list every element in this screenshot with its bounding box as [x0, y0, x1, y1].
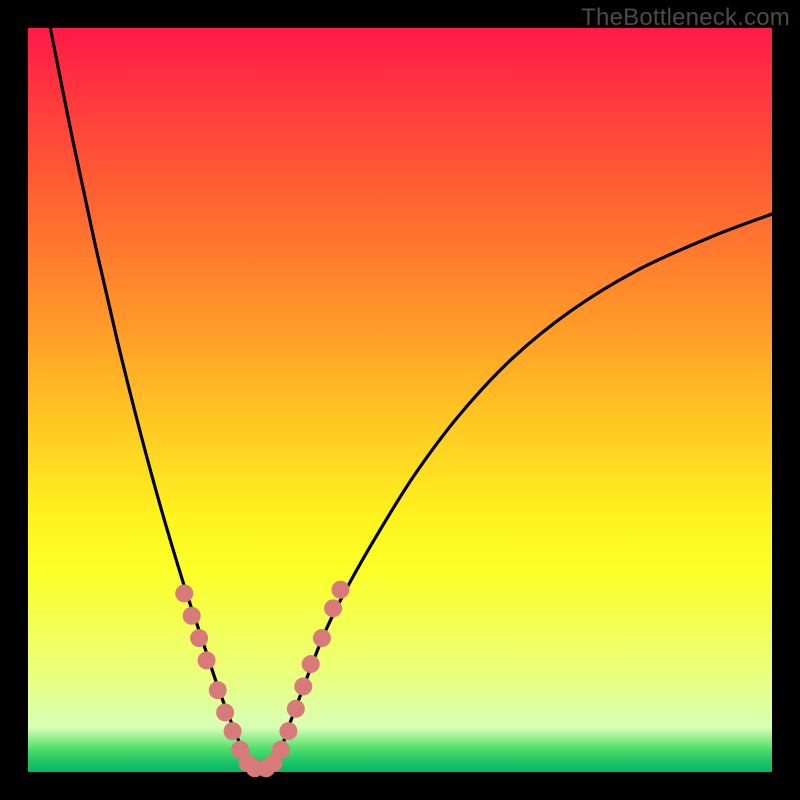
chart-plot-area — [28, 28, 772, 772]
highlight-dot — [209, 681, 227, 699]
highlight-dot — [331, 581, 349, 599]
highlight-dot — [279, 722, 297, 740]
highlight-dot — [313, 629, 331, 647]
highlight-dot — [198, 651, 216, 669]
highlight-dot — [324, 599, 342, 617]
highlight-dots-group — [175, 581, 349, 778]
left-curve-line — [50, 28, 251, 768]
highlight-dot — [175, 584, 193, 602]
highlight-dot — [272, 741, 290, 759]
watermark-text: TheBottleneck.com — [581, 4, 790, 32]
chart-svg — [28, 28, 772, 772]
highlight-dot — [302, 655, 320, 673]
highlight-dot — [224, 722, 242, 740]
highlight-dot — [190, 629, 208, 647]
right-curve-line — [274, 214, 772, 768]
highlight-dot — [216, 703, 234, 721]
highlight-dot — [287, 700, 305, 718]
highlight-dot — [183, 607, 201, 625]
highlight-dot — [294, 677, 312, 695]
